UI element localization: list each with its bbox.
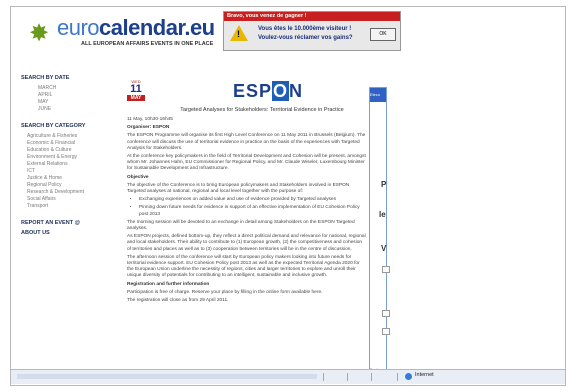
stars-globe-icon: ✸ [29,20,50,47]
about-us-link[interactable]: ABOUT US [21,230,121,236]
logo-text: eurocalendar.eu [57,15,215,40]
list-item: Pinning down future needs for evidence i… [139,205,367,217]
ad-title: Bravo, vous venez de gagner ! [224,12,400,21]
category-link[interactable]: Research & Development [27,189,121,196]
month-link[interactable]: MAY [38,99,121,106]
category-link[interactable]: Agriculture & Fisheries [27,133,121,140]
paragraph: The ESPON Programme will organise its fi… [127,133,366,151]
month-link[interactable]: APRIL [38,92,121,99]
month-link[interactable]: MARCH [38,85,121,92]
objective-heading: Objective [127,174,149,180]
status-progress-area [17,374,317,379]
right-panel-header: Eleco [370,88,386,102]
right-panel-checkbox[interactable] [382,328,390,335]
logo-tagline: ALL EUROPEAN AFFAIRS EVENTS IN ONE PLACE [81,41,214,47]
category-link[interactable]: External Relations [27,161,121,168]
ad-message-line1: Vous êtes le 10.000ème visiteur ! [258,26,352,32]
category-link[interactable]: ICT [27,168,121,175]
paragraph: As ESPON projects, defined bottom-up, th… [127,234,366,252]
browser-status-bar: Internet [11,369,565,384]
month-link[interactable]: JUNE [38,106,121,113]
sidebar: SEARCH BY DATE MARCH APRIL MAY JUNE SEAR… [21,75,121,236]
category-list: Agriculture & Fisheries Economic & Finan… [27,133,121,210]
paragraph: The objective of the Conference is to br… [127,182,350,195]
paragraph[interactable]: Participation is free of charge. Reserve… [127,290,367,296]
right-panel-text: P [381,180,387,189]
event-organiser: Organiser: ESPON [127,125,170,131]
category-link[interactable]: Education & Culture [27,147,121,154]
ad-message-line2: Voulez-vous réclamer vos gains? [258,35,353,41]
popup-ad-banner[interactable]: Bravo, vous venez de gagner ! ! Vous ête… [223,11,401,51]
search-by-date-heading: SEARCH BY DATE [21,75,70,81]
search-by-category-heading: SEARCH BY CATEGORY [21,123,86,129]
category-link[interactable]: Transport [27,203,121,210]
right-panel-text: V [381,244,387,253]
list-item: Exchanging experiences on added value an… [139,197,367,203]
event-description: 11 May, 10h30-16h45 Organiser: ESPON The… [127,117,367,306]
event-date-badge: WED 11 MAY [127,79,145,101]
event-time: 11 May, 10h30-16h45 [127,117,173,122]
objective-list: Exchanging experiences on added value an… [127,197,367,218]
right-panel-checkbox[interactable] [382,310,390,317]
paragraph: The afternoon session of the conference … [127,254,360,279]
browser-window: ✸ eurocalendar.eu ALL EUROPEAN AFFAIRS E… [10,6,566,386]
espon-logo: ESPON [233,81,304,101]
category-link[interactable]: Social Affairs [27,196,121,203]
month-list: MARCH APRIL MAY JUNE [38,85,121,113]
event-month: MAY [127,95,145,101]
paragraph: The morning session will be devoted to a… [127,219,355,232]
paragraph: At the conference key policymakers in th… [127,154,366,172]
category-link[interactable]: Environment & Energy [27,154,121,161]
right-panel-text: le [379,210,386,219]
ad-ok-button[interactable]: OK [370,28,396,41]
paragraph: The registration will close as from 29 A… [127,298,229,304]
category-link[interactable]: Justice & Home [27,175,121,182]
right-panel-checkbox[interactable] [382,266,390,273]
category-link[interactable]: Regional Policy [27,182,121,189]
right-side-panel[interactable]: Eleco P le V Fecl [369,87,390,373]
event-title: Targeted Analyses for Stakeholders: Terr… [180,107,344,113]
security-zone-label: Internet [415,372,434,378]
globe-icon [405,373,412,380]
registration-heading: Registration and further information [127,281,210,287]
category-link[interactable]: Economic & Financial [27,140,121,147]
report-event-link[interactable]: REPORT AN EVENT @ [21,220,121,226]
site-header: ✸ eurocalendar.eu ALL EUROPEAN AFFAIRS E… [11,7,565,59]
event-day: 11 [130,83,142,95]
